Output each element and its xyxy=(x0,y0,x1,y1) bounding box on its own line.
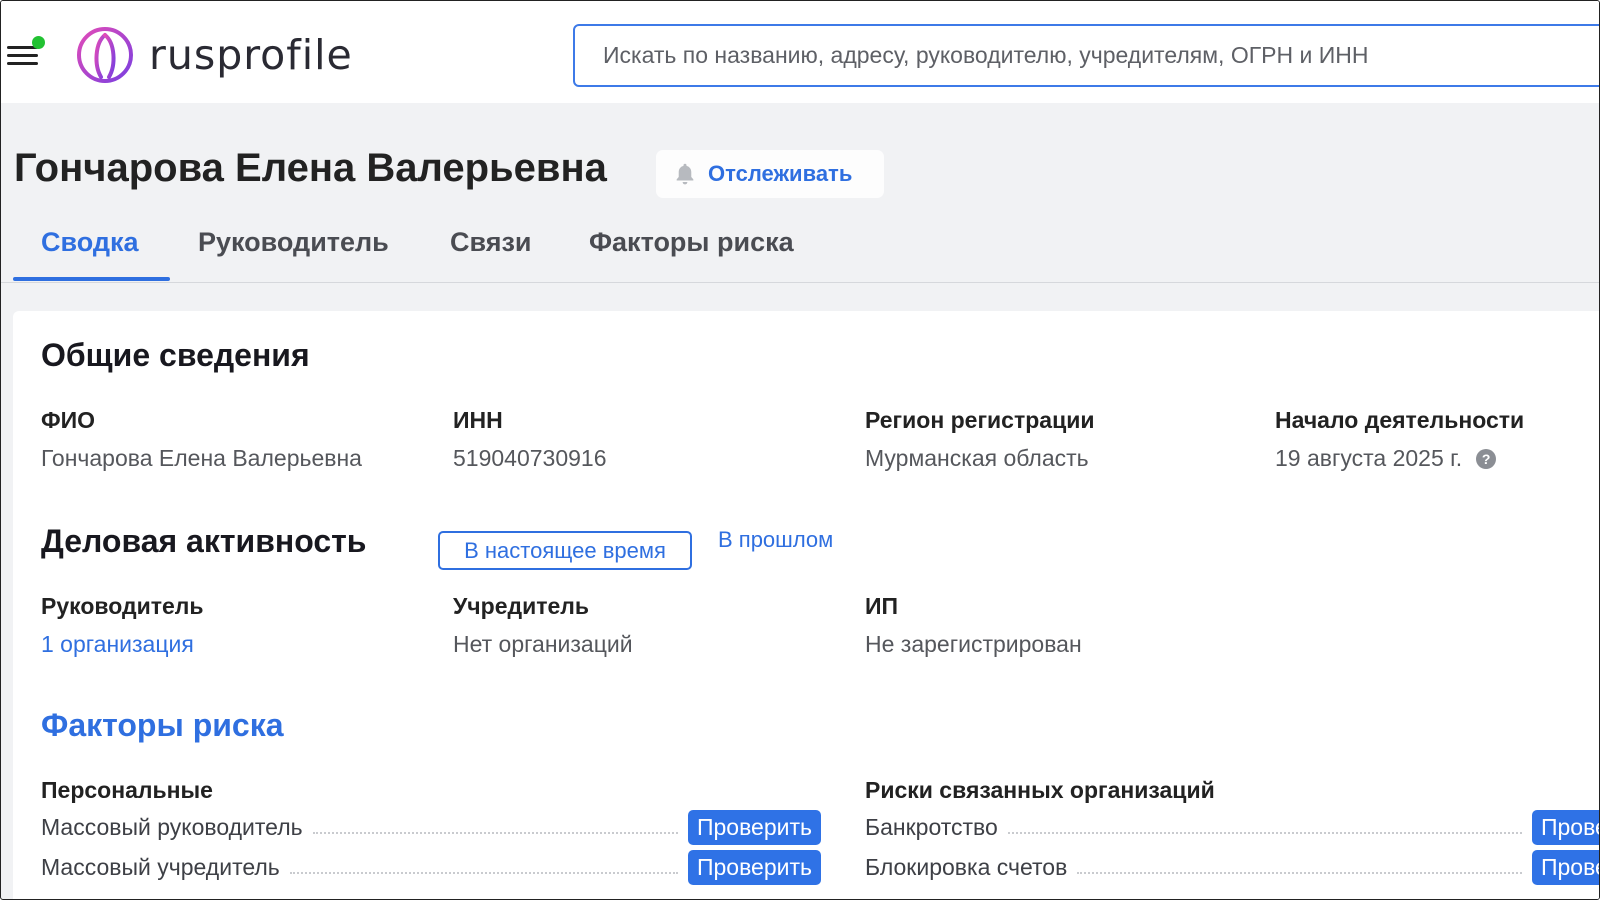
risk-row-account-block: Блокировка счетов Проверить xyxy=(865,847,1599,887)
risk-name: Массовый руководитель xyxy=(41,813,303,840)
fio-value: Гончарова Елена Валерьевна xyxy=(41,445,362,471)
browser-page: rusprofile Гончарова Елена Валерьевна От… xyxy=(0,0,1600,900)
ip-label: ИП xyxy=(865,593,899,619)
risk-name: Блокировка счетов xyxy=(865,853,1068,880)
fio-label: ФИО xyxy=(41,407,96,433)
risk-name: Банкротство xyxy=(865,813,998,840)
founder-value: Нет организаций xyxy=(453,631,633,657)
filter-current-button[interactable]: В настоящее время xyxy=(438,531,692,570)
start-date-label: Начало деятельности xyxy=(1275,407,1525,433)
start-date-value: 19 августа 2025 г. xyxy=(1275,445,1463,471)
director-value-link[interactable]: 1 организация xyxy=(41,631,194,658)
bell-icon xyxy=(676,163,694,185)
related-risks-label: Риски связанных организаций xyxy=(865,777,1215,803)
tab-summary[interactable]: Сводка xyxy=(41,227,139,258)
check-button[interactable]: Проверить xyxy=(1531,849,1599,885)
site-logo[interactable]: rusprofile xyxy=(75,25,353,85)
logo-text: rusprofile xyxy=(149,31,353,79)
active-tab-indicator xyxy=(13,277,170,281)
dotted-leader xyxy=(312,820,678,834)
follow-button-label: Отслеживать xyxy=(708,161,853,186)
page-title: Гончарова Елена Валерьевна xyxy=(14,146,607,190)
search-input[interactable] xyxy=(573,24,1599,87)
dotted-leader xyxy=(1007,820,1522,834)
founder-label: Учредитель xyxy=(453,593,590,619)
general-info-heading: Общие сведения xyxy=(41,337,310,373)
inn-label: ИНН xyxy=(453,407,503,433)
follow-button[interactable]: Отслеживать xyxy=(656,150,884,198)
tab-risk-factors[interactable]: Факторы риска xyxy=(589,227,794,258)
risk-row-mass-founder: Массовый учредитель Проверить xyxy=(41,847,821,887)
summary-card: Общие сведения ФИО Гончарова Елена Валер… xyxy=(13,311,1599,899)
personal-risks-label: Персональные xyxy=(41,777,213,803)
tab-director[interactable]: Руководитель xyxy=(198,227,389,258)
tab-connections[interactable]: Связи xyxy=(450,227,532,258)
menu-icon[interactable] xyxy=(7,36,45,67)
risk-row-mass-director: Массовый руководитель Проверить xyxy=(41,807,821,847)
online-status-dot xyxy=(32,36,45,49)
business-activity-heading: Деловая активность xyxy=(41,523,367,559)
ip-value: Не зарегистрирован xyxy=(865,631,1082,657)
risk-name: Массовый учредитель xyxy=(41,853,280,880)
tab-bar: Сводка Руководитель Связи Факторы риска xyxy=(1,223,1599,283)
dotted-leader xyxy=(1077,860,1522,874)
check-button[interactable]: Проверить xyxy=(687,809,821,845)
help-icon[interactable]: ? xyxy=(1476,449,1497,469)
start-date-row: 19 августа 2025 г.? xyxy=(1275,445,1497,472)
region-label: Регион регистрации xyxy=(865,407,1095,433)
check-button[interactable]: Проверить xyxy=(1531,809,1599,845)
director-label: Руководитель xyxy=(41,593,204,619)
rusprofile-logo-icon xyxy=(77,27,133,83)
check-button[interactable]: Проверить xyxy=(687,849,821,885)
filter-past-link[interactable]: В прошлом xyxy=(718,527,833,553)
site-header: rusprofile xyxy=(1,1,1599,103)
risk-factors-heading[interactable]: Факторы риска xyxy=(41,707,284,744)
dotted-leader xyxy=(289,860,678,874)
region-value: Мурманская область xyxy=(865,445,1089,471)
risk-row-bankruptcy: Банкротство Проверить xyxy=(865,807,1599,847)
inn-value: 519040730916 xyxy=(453,445,607,471)
